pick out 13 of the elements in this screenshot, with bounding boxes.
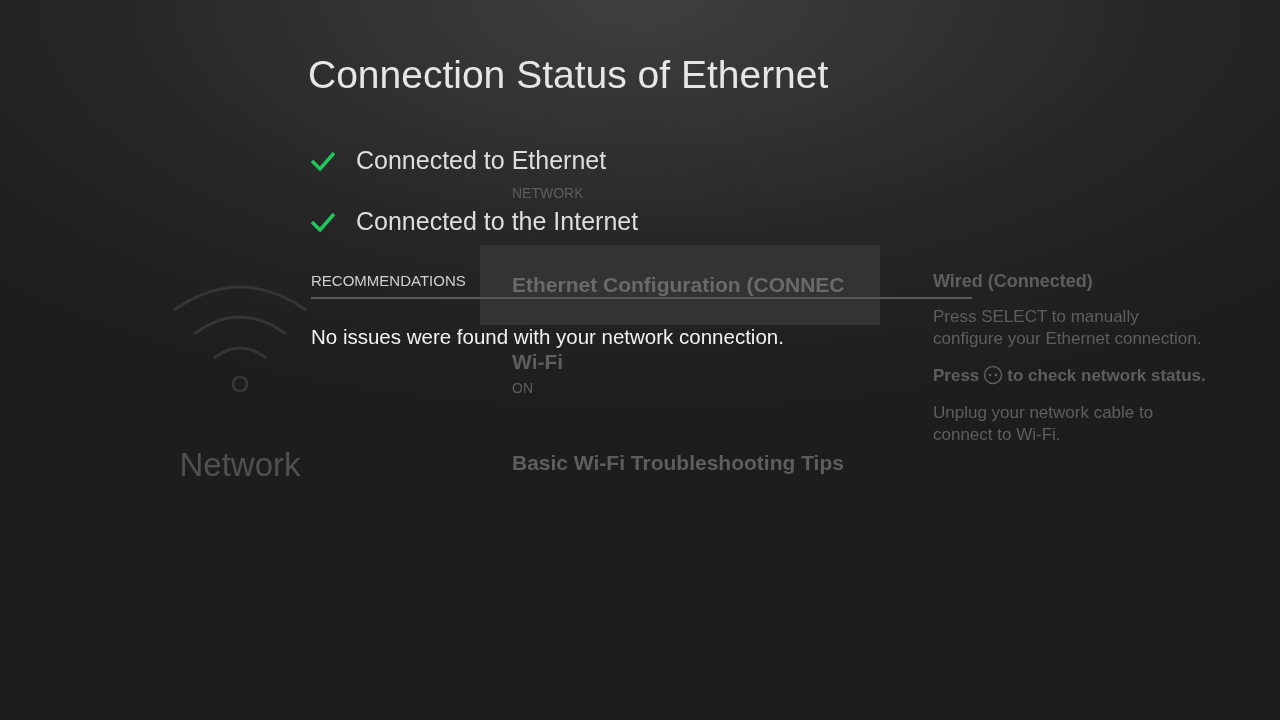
details-text: Press SELECT to manually configure your Ethernet connection. <box>933 306 1203 350</box>
remote-button-icon <box>983 365 1004 385</box>
status-label: Connected to Ethernet <box>356 146 607 175</box>
menu-item[interactable]: Wi-Fi ON <box>512 350 564 396</box>
wifi-icon <box>172 282 308 394</box>
dialog-title: Connection Status of Ethernet <box>308 52 830 98</box>
hint-text: Press <box>933 366 980 385</box>
status-message: No issues were found with your network connection. <box>311 325 784 349</box>
details-title: Wired (Connected) <box>933 270 1094 292</box>
status-label: Connected to the Internet <box>356 207 639 236</box>
hint-text: to check network status. <box>1007 366 1206 385</box>
details-text: Unplug your network cable to connect to Wi-Fi. <box>933 402 1155 446</box>
menu-item[interactable]: Basic Wi-Fi Troubleshooting Tips <box>512 451 844 475</box>
